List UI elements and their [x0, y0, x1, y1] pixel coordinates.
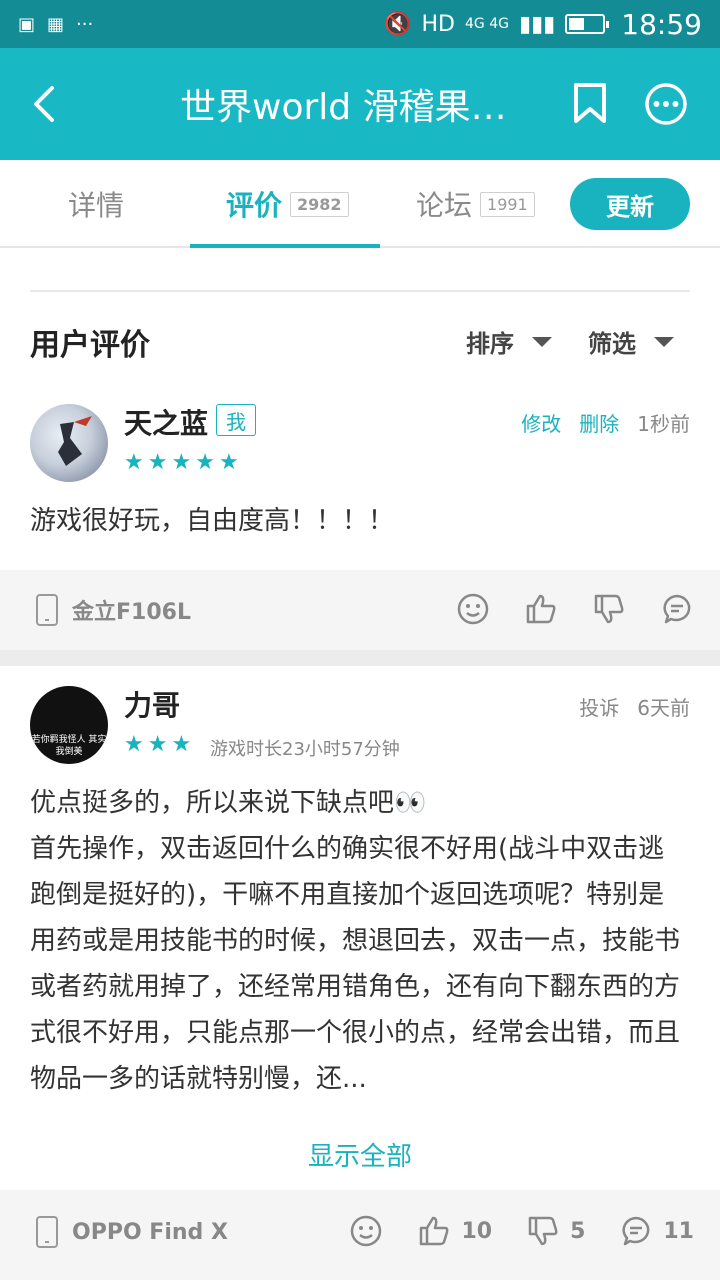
- review-actions: [456, 592, 694, 626]
- star-icon: ★: [124, 732, 144, 757]
- tab-details-label: 详情: [68, 189, 125, 222]
- rating-stars: ★ ★ ★: [124, 734, 191, 756]
- dislike-count: 5: [570, 1218, 586, 1244]
- review-text: 优点挺多的，所以来说下缺点吧👀 首先操作，双击返回什么的确实很不好用(战斗中双击…: [30, 780, 690, 1104]
- edit-link[interactable]: 修改: [521, 408, 561, 437]
- star-icon: ★: [171, 732, 192, 757]
- thumbs-up-icon: [420, 1216, 449, 1246]
- image-icon: ▣: [18, 13, 36, 35]
- sort-label: 排序: [466, 330, 514, 358]
- review-actions: 10 5 11: [349, 1214, 694, 1248]
- playtime: 游戏时长23小时57分钟: [210, 739, 400, 760]
- thumbs-down-icon: [594, 594, 624, 624]
- avatar[interactable]: [30, 404, 108, 482]
- app-bar: 世界world 滑稽果传…: [0, 48, 720, 160]
- status-time: 18:59: [621, 7, 702, 41]
- thumbs-down-icon: [528, 1216, 558, 1246]
- status-bar: ▣ ▦ ··· 🔇 HD 4G 4G ▮▮▮ 18:59: [0, 0, 720, 48]
- like-button[interactable]: 10: [417, 1214, 492, 1248]
- comment-icon: [663, 594, 691, 624]
- review-footer: OPPO Find X 10 5 11: [0, 1190, 720, 1280]
- device-info: OPPO Find X: [36, 1216, 228, 1248]
- thumbs-up-icon: [526, 594, 556, 624]
- bookmark-icon[interactable]: [572, 82, 608, 124]
- review-username[interactable]: 力哥: [124, 684, 180, 724]
- tab-forum-label: 论坛: [416, 189, 473, 222]
- review-text: 游戏很好玩，自由度高！！！！: [30, 506, 395, 536]
- section-title: 用户评价: [30, 328, 150, 363]
- sort-button[interactable]: 排序: [466, 324, 552, 359]
- back-icon[interactable]: [26, 84, 62, 124]
- smiley-icon: [351, 1215, 382, 1247]
- review-text-line: 首先操作，双击返回什么的确实很不好用(战斗中双击逃跑倒是挺好的)，干嘛不用直接加…: [30, 834, 681, 1094]
- active-tab-indicator: [190, 244, 380, 248]
- emoji-button[interactable]: [456, 592, 490, 626]
- star-icon: ★: [195, 450, 215, 475]
- star-icon: ★: [147, 732, 168, 757]
- smiley-icon: [457, 593, 489, 625]
- more-dots-icon: ···: [76, 13, 94, 35]
- hd-label: HD: [421, 11, 455, 37]
- star-icon: ★: [147, 450, 168, 475]
- page-title: 世界world 滑稽果传…: [180, 87, 530, 128]
- review-meta: 修改 删除 1秒前: [521, 408, 690, 437]
- review-meta: 投诉 6天前: [579, 692, 690, 721]
- device-name: OPPO Find X: [72, 1219, 228, 1245]
- battery-icon: [565, 14, 610, 34]
- filter-label: 筛选: [588, 330, 636, 358]
- device-info: 金立F106L: [36, 594, 191, 626]
- filter-button[interactable]: 筛选: [588, 324, 674, 359]
- signal-icon: ▮▮▮: [518, 11, 556, 37]
- tab-reviews-label: 评价: [226, 189, 283, 222]
- review-username[interactable]: 天之蓝: [124, 402, 208, 442]
- delete-link[interactable]: 删除: [579, 408, 619, 437]
- app-grid-icon: ▦: [47, 13, 65, 35]
- review-text-line: 优点挺多的，所以来说下缺点吧👀: [30, 788, 427, 818]
- review-time: 6天前: [637, 696, 690, 720]
- dislike-button[interactable]: 5: [526, 1214, 585, 1248]
- tab-bar: 详情 评价 2982 论坛 1991 更新: [0, 160, 720, 248]
- more-options-icon[interactable]: [644, 82, 688, 126]
- comment-button[interactable]: 11: [619, 1214, 694, 1248]
- comment-button[interactable]: [660, 592, 694, 626]
- show-all-button[interactable]: 显示全部: [0, 1136, 720, 1173]
- me-badge: 我: [216, 404, 256, 436]
- rating-stars: ★ ★ ★ ★ ★: [124, 452, 239, 474]
- tab-reviews-count: 2982: [290, 191, 349, 217]
- review-time: 1秒前: [637, 412, 690, 436]
- comment-count: 11: [663, 1218, 694, 1244]
- phone-icon: [36, 1216, 58, 1248]
- tab-details[interactable]: 详情: [68, 184, 124, 224]
- review-separator: [0, 650, 720, 666]
- device-name: 金立F106L: [72, 600, 191, 625]
- avatar-caption: 若你羁我怪人 其实我倒美: [31, 735, 107, 757]
- avatar[interactable]: 若你羁我怪人 其实我倒美: [30, 686, 108, 764]
- dislike-button[interactable]: [592, 592, 626, 626]
- star-icon: ★: [218, 450, 239, 475]
- emoji-button[interactable]: [349, 1214, 383, 1248]
- like-count: 10: [461, 1218, 493, 1244]
- star-icon: ★: [124, 450, 144, 475]
- review-footer: 金立F106L: [0, 570, 720, 650]
- comment-icon: [622, 1216, 650, 1246]
- update-button[interactable]: 更新: [570, 178, 690, 230]
- tab-forum[interactable]: 论坛 1991: [416, 184, 535, 224]
- like-button[interactable]: [524, 592, 558, 626]
- tab-reviews[interactable]: 评价 2982: [226, 184, 349, 224]
- network-label: 4G 4G: [465, 16, 509, 32]
- section-divider: [30, 290, 690, 292]
- report-link[interactable]: 投诉: [579, 692, 619, 721]
- sort-caret-icon: [532, 336, 552, 347]
- tab-forum-count: 1991: [480, 191, 535, 217]
- filter-caret-icon: [654, 336, 674, 347]
- star-icon: ★: [171, 450, 192, 475]
- phone-icon: [36, 594, 58, 626]
- mute-icon: 🔇: [384, 11, 412, 37]
